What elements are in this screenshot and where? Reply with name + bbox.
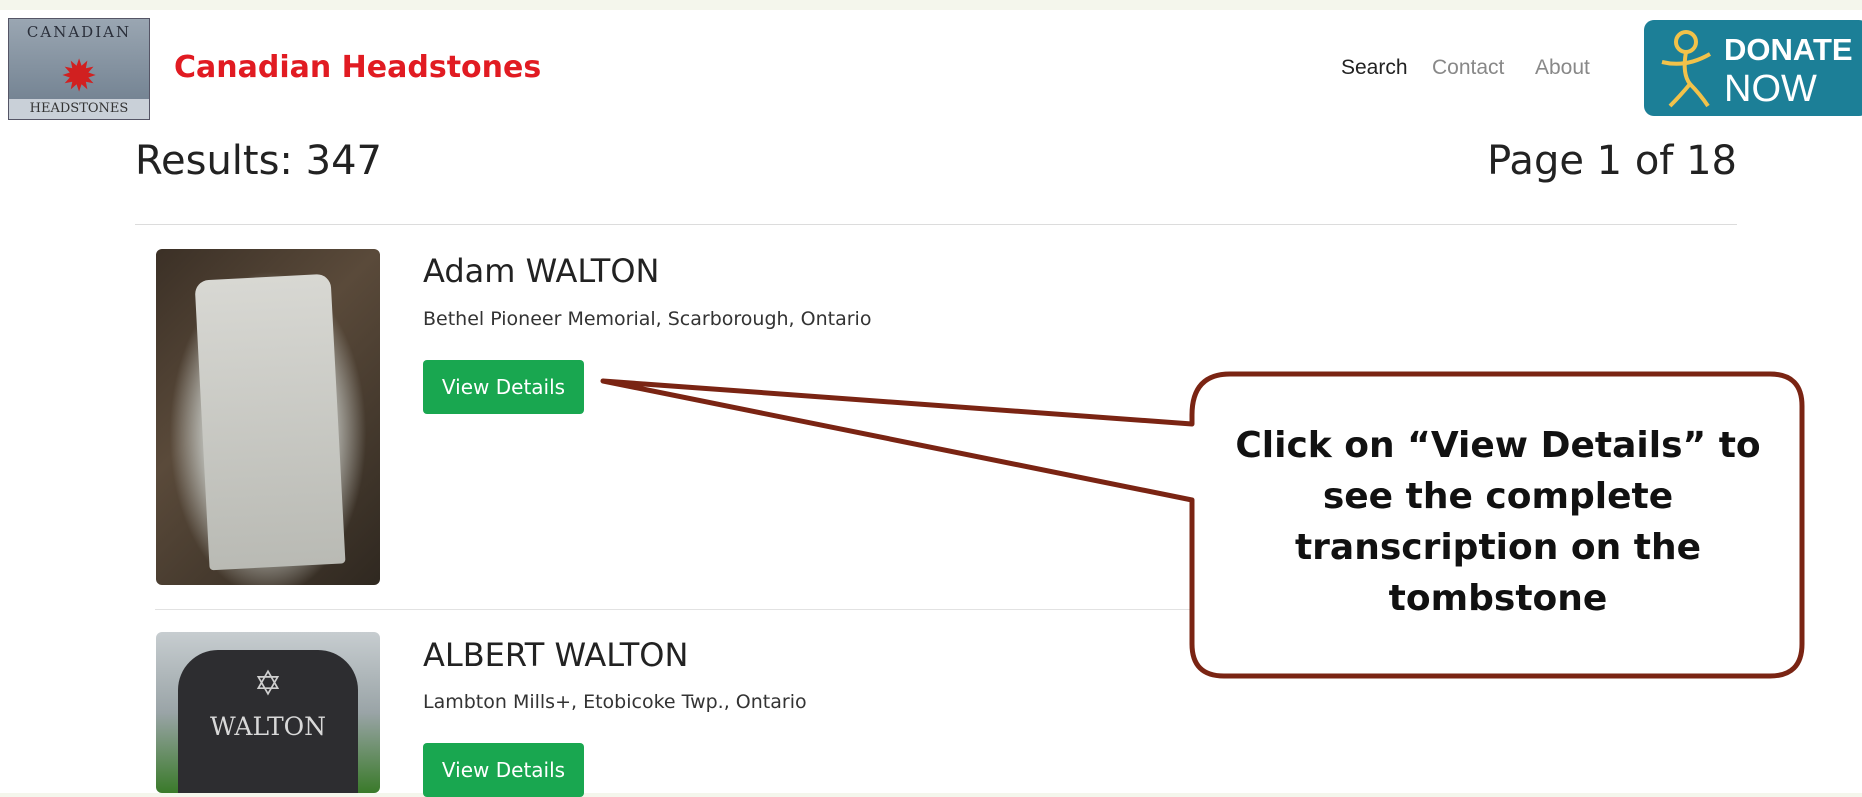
callout-line: Click on “View Details” to <box>1235 425 1761 466</box>
callout-line: transcription on the <box>1294 527 1702 568</box>
callout-line: see the complete <box>1322 476 1674 517</box>
page: CANADIAN ✹ HEADSTONES Canadian Headstone… <box>0 0 1862 797</box>
callout-bubble <box>600 371 1805 679</box>
callout-line: tombstone <box>1388 578 1608 619</box>
callout-text: Click on “View Details” to see the compl… <box>1196 420 1800 624</box>
